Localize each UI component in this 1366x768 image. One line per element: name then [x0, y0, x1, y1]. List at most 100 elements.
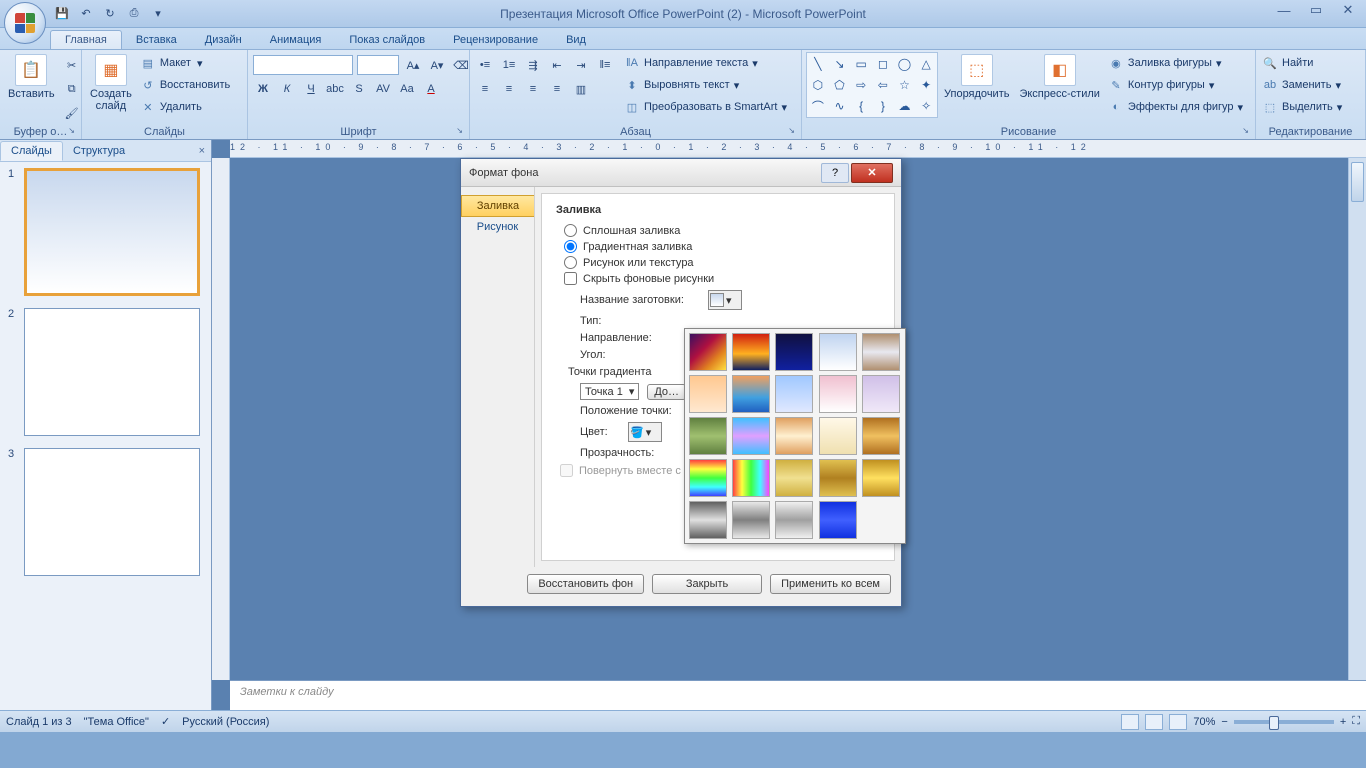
gradient-preset[interactable] — [689, 501, 727, 539]
gradient-preset[interactable] — [775, 459, 813, 497]
radio-gradient[interactable]: Градиентная заливка — [564, 240, 880, 253]
find-button[interactable]: 🔍Найти — [1260, 52, 1344, 74]
quick-styles-button[interactable]: ◧Экспресс-стили — [1015, 52, 1103, 102]
align-center-icon[interactable]: ≡ — [498, 78, 520, 100]
gradient-preset[interactable] — [775, 333, 813, 371]
char-spacing-icon[interactable]: AV — [372, 78, 394, 100]
shadow-icon[interactable]: S — [348, 78, 370, 100]
text-direction-button[interactable]: ‖AНаправление текста▾ — [622, 52, 789, 74]
multilevel-icon[interactable]: ⇶ — [522, 54, 544, 76]
gradient-preset[interactable] — [732, 459, 770, 497]
gradient-preset[interactable] — [732, 333, 770, 371]
gradient-preset[interactable] — [689, 375, 727, 413]
columns-icon[interactable]: ▥ — [570, 78, 592, 100]
layout-button[interactable]: ▤Макет▾ — [138, 52, 232, 74]
stop-combo[interactable]: Точка 1▾ — [580, 383, 639, 400]
dialog-help-icon[interactable]: ? — [821, 163, 849, 183]
close-icon[interactable]: ✕ — [1336, 2, 1360, 18]
gradient-preset[interactable] — [819, 417, 857, 455]
dialog-titlebar[interactable]: Формат фона ? ✕ — [461, 159, 901, 187]
qat-more-icon[interactable]: ▾ — [148, 4, 168, 24]
gradient-preset[interactable] — [862, 333, 900, 371]
gradient-preset[interactable] — [862, 417, 900, 455]
align-left-icon[interactable]: ≡ — [474, 78, 496, 100]
gradient-preset[interactable] — [775, 375, 813, 413]
panel-close-icon[interactable]: × — [193, 145, 211, 157]
numbering-icon[interactable]: 1≡ — [498, 54, 520, 76]
tab-home[interactable]: Главная — [50, 30, 122, 49]
sorter-view-icon[interactable] — [1145, 714, 1163, 730]
copy-icon[interactable]: ⧉ — [61, 78, 83, 100]
gradient-preset[interactable] — [862, 459, 900, 497]
format-painter-icon[interactable]: 🖌 — [61, 102, 83, 124]
delete-slide-button[interactable]: ✕Удалить — [138, 96, 232, 118]
slide-thumb-2[interactable] — [24, 308, 200, 436]
font-family-combo[interactable] — [253, 55, 353, 75]
italic-icon[interactable]: К — [276, 78, 298, 100]
shapes-gallery[interactable]: ╲↘▭◻◯△⬡⬠⇨⇦☆✦⌒∿{}☁✧ — [806, 52, 938, 118]
tab-review[interactable]: Рецензирование — [439, 31, 552, 49]
cut-icon[interactable]: ✂ — [61, 54, 83, 76]
nav-picture[interactable]: Рисунок — [461, 217, 534, 237]
indent-right-icon[interactable]: ⇥ — [570, 54, 592, 76]
check-hide-bg[interactable]: Скрыть фоновые рисунки — [564, 272, 880, 285]
minimize-icon[interactable]: — — [1272, 2, 1296, 18]
new-slide-button[interactable]: ▦Создать слайд — [86, 52, 136, 114]
redo-icon[interactable]: ↻ — [100, 4, 120, 24]
status-language[interactable]: Русский (Россия) — [182, 716, 269, 728]
color-dropdown[interactable]: 🪣▾ — [628, 422, 662, 442]
zoom-in-icon[interactable]: + — [1340, 716, 1346, 728]
office-button[interactable] — [4, 2, 46, 44]
gradient-preset[interactable] — [819, 333, 857, 371]
nav-fill[interactable]: Заливка — [461, 195, 534, 217]
save-icon[interactable]: 💾 — [52, 4, 72, 24]
shape-outline-button[interactable]: ✎Контур фигуры▾ — [1106, 74, 1245, 96]
tab-outline[interactable]: Структура — [63, 142, 135, 160]
change-case-icon[interactable]: Aa — [396, 78, 418, 100]
vertical-scrollbar[interactable] — [1348, 158, 1366, 680]
smartart-button[interactable]: ◫Преобразовать в SmartArt▾ — [622, 96, 789, 118]
maximize-icon[interactable]: ▭ — [1304, 2, 1328, 18]
gradient-preset[interactable] — [819, 459, 857, 497]
undo-icon[interactable]: ↶ — [76, 4, 96, 24]
paste-button[interactable]: 📋Вставить — [4, 52, 59, 102]
gradient-preset[interactable] — [732, 375, 770, 413]
tab-slideshow[interactable]: Показ слайдов — [335, 31, 439, 49]
shape-fill-button[interactable]: ◉Заливка фигуры▾ — [1106, 52, 1245, 74]
reset-bg-button[interactable]: Восстановить фон — [527, 574, 644, 594]
preset-dropdown[interactable]: ▾ — [708, 290, 742, 310]
arrange-button[interactable]: ⬚Упорядочить — [940, 52, 1013, 102]
shrink-font-icon[interactable]: A▾ — [426, 54, 448, 76]
slideshow-view-icon[interactable] — [1169, 714, 1187, 730]
line-spacing-icon[interactable]: ‖≡ — [594, 54, 616, 76]
zoom-out-icon[interactable]: − — [1221, 716, 1227, 728]
apply-all-button[interactable]: Применить ко всем — [770, 574, 891, 594]
tab-animation[interactable]: Анимация — [256, 31, 336, 49]
align-right-icon[interactable]: ≡ — [522, 78, 544, 100]
gradient-preset[interactable] — [689, 459, 727, 497]
tab-view[interactable]: Вид — [552, 31, 600, 49]
dialog-close-icon[interactable]: ✕ — [851, 163, 893, 183]
gradient-preset[interactable] — [689, 333, 727, 371]
shape-effects-button[interactable]: ◐Эффекты для фигур▾ — [1106, 96, 1245, 118]
tab-insert[interactable]: Вставка — [122, 31, 191, 49]
gradient-preset[interactable] — [819, 375, 857, 413]
align-text-button[interactable]: ⬍Выровнять текст▾ — [622, 74, 789, 96]
gradient-preset[interactable] — [819, 501, 857, 539]
normal-view-icon[interactable] — [1121, 714, 1139, 730]
clear-format-icon[interactable]: ⌫ — [450, 54, 472, 76]
fit-window-icon[interactable]: ⛶ — [1352, 715, 1360, 728]
strike-icon[interactable]: abc — [324, 78, 346, 100]
underline-icon[interactable]: Ч — [300, 78, 322, 100]
radio-solid[interactable]: Сплошная заливка — [564, 224, 880, 237]
bullets-icon[interactable]: •≡ — [474, 54, 496, 76]
gradient-preset[interactable] — [689, 417, 727, 455]
add-stop-button[interactable]: До… — [647, 384, 686, 400]
bold-icon[interactable]: Ж — [252, 78, 274, 100]
slide-thumb-3[interactable] — [24, 448, 200, 576]
select-button[interactable]: ⬚Выделить▾ — [1260, 96, 1344, 118]
notes-pane[interactable]: Заметки к слайду — [230, 680, 1366, 710]
reset-button[interactable]: ↺Восстановить — [138, 74, 232, 96]
print-icon[interactable]: ⎙ — [124, 4, 144, 24]
gradient-preset[interactable] — [732, 501, 770, 539]
